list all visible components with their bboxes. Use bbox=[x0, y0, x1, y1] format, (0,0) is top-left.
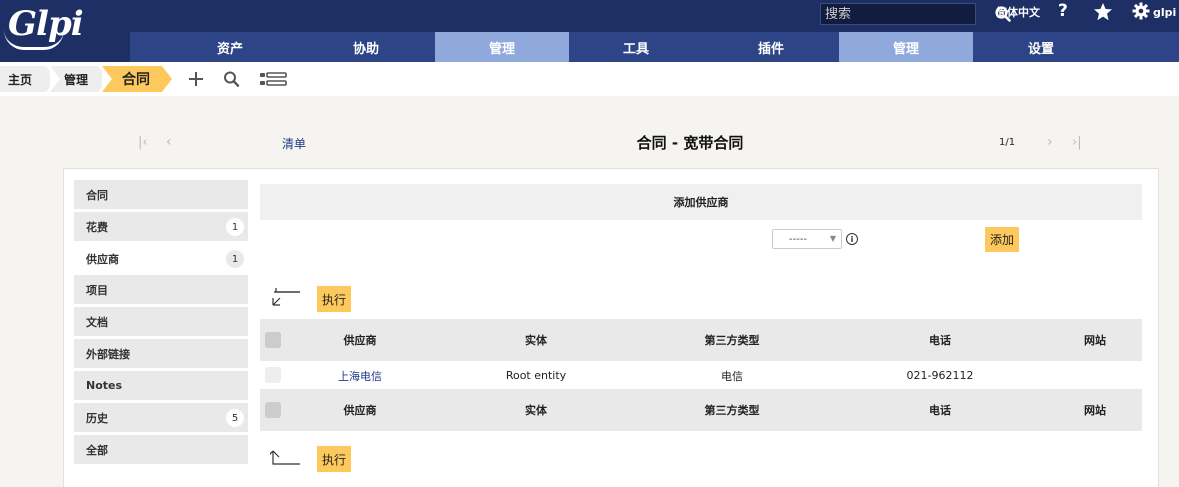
menu-tools[interactable]: 工具 bbox=[569, 32, 703, 62]
select-all-checkbox-bottom[interactable] bbox=[265, 402, 281, 418]
execute-button-top[interactable]: 执行 bbox=[317, 286, 351, 312]
language-selector[interactable]: 简体中文 bbox=[996, 4, 1040, 20]
tab-history[interactable]: 历史 5 bbox=[74, 403, 248, 432]
third-party-type-cell: 电信 bbox=[721, 369, 743, 383]
table-footer: 供应商 实体 第三方类型 电话 网站 bbox=[260, 389, 1142, 431]
tab-external-links[interactable]: 外部链接 bbox=[74, 339, 248, 368]
column-header-third-party-type[interactable]: 第三方类型 bbox=[682, 319, 782, 361]
page-title: 合同 - 宽带合同 bbox=[636, 134, 744, 152]
entity-cell: Root entity bbox=[505, 369, 567, 382]
column-header-website[interactable]: 网站 bbox=[1055, 319, 1135, 361]
website-cell bbox=[1055, 362, 1135, 389]
add-icon[interactable] bbox=[186, 70, 208, 88]
add-button[interactable]: 添加 bbox=[985, 227, 1019, 252]
tab-projects[interactable]: 项目 bbox=[74, 275, 248, 304]
info-icon[interactable]: i bbox=[846, 233, 858, 245]
arrow-down-left-icon bbox=[270, 278, 302, 308]
tab-label: 历史 bbox=[86, 411, 108, 425]
tab-notes[interactable]: Notes bbox=[74, 371, 248, 400]
breadcrumb-contracts[interactable]: 合同 bbox=[102, 66, 172, 92]
help-icon[interactable]: ? bbox=[1058, 1, 1068, 21]
next-page-icon[interactable]: › bbox=[1047, 134, 1053, 150]
list-view-icon[interactable] bbox=[259, 70, 287, 88]
glpi-logo[interactable]: Glpi bbox=[0, 0, 130, 62]
top-bar: 简体中文 ? glpi bbox=[0, 0, 1179, 32]
tab-label: Notes bbox=[86, 379, 123, 392]
row-checkbox[interactable] bbox=[265, 367, 281, 383]
column-footer-entity[interactable]: 实体 bbox=[496, 389, 576, 431]
column-footer-third-party-type[interactable]: 第三方类型 bbox=[682, 389, 782, 431]
main-menu: 资产 协助 管理 工具 插件 管理 设置 bbox=[0, 32, 1179, 62]
tab-all[interactable]: 全部 bbox=[74, 435, 248, 464]
user-menu[interactable]: glpi bbox=[1153, 6, 1176, 19]
tab-label: 合同 bbox=[86, 188, 108, 202]
column-footer-phone[interactable]: 电话 bbox=[900, 389, 980, 431]
execute-button-bottom[interactable]: 执行 bbox=[317, 446, 351, 472]
menu-management[interactable]: 管理 bbox=[435, 32, 569, 62]
search-box bbox=[820, 3, 1011, 25]
supplier-link[interactable]: 上海电信 bbox=[310, 362, 410, 389]
menu-assistance[interactable]: 协助 bbox=[299, 32, 433, 62]
add-supplier-header: 添加供应商 bbox=[260, 184, 1142, 220]
column-header-supplier[interactable]: 供应商 bbox=[320, 319, 400, 361]
tab-label: 全部 bbox=[86, 443, 108, 457]
logo-swoosh bbox=[4, 30, 64, 50]
star-icon[interactable] bbox=[1093, 2, 1113, 22]
supplier-select[interactable]: ----- ▼ bbox=[772, 229, 842, 249]
first-page-icon[interactable]: |‹ bbox=[138, 135, 148, 150]
search-input[interactable] bbox=[821, 4, 995, 24]
page-count: 1/1 bbox=[999, 137, 1016, 148]
table-header: 供应商 实体 第三方类型 电话 网站 bbox=[260, 319, 1142, 361]
tab-label: 项目 bbox=[86, 283, 108, 297]
arrow-up-left-icon bbox=[266, 448, 302, 468]
menu-administration[interactable]: 管理 bbox=[839, 32, 973, 62]
menu-plugins[interactable]: 插件 bbox=[704, 32, 838, 62]
count-badge: 1 bbox=[226, 250, 244, 268]
tab-documents[interactable]: 文档 bbox=[74, 307, 248, 336]
select-all-checkbox[interactable] bbox=[265, 332, 281, 348]
menu-setup[interactable]: 设置 bbox=[974, 32, 1108, 62]
column-header-phone[interactable]: 电话 bbox=[900, 319, 980, 361]
count-badge: 1 bbox=[226, 218, 244, 236]
menu-assets[interactable]: 资产 bbox=[163, 32, 297, 62]
column-footer-website[interactable]: 网站 bbox=[1055, 389, 1135, 431]
breadcrumb-management[interactable]: 管理 bbox=[50, 66, 108, 92]
gear-icon[interactable] bbox=[1132, 2, 1150, 20]
previous-page-icon[interactable]: ‹ bbox=[166, 134, 172, 150]
breadcrumb: 主页 管理 合同 bbox=[0, 62, 1179, 96]
last-page-icon[interactable]: ›| bbox=[1072, 135, 1082, 150]
tab-suppliers[interactable]: 供应商 1 bbox=[74, 244, 248, 273]
tab-label: 花费 bbox=[86, 220, 108, 234]
search-icon[interactable] bbox=[222, 70, 244, 88]
column-footer-supplier[interactable]: 供应商 bbox=[320, 389, 400, 431]
tab-costs[interactable]: 花费 1 bbox=[74, 212, 248, 241]
tab-label: 文档 bbox=[86, 315, 108, 329]
breadcrumb-home[interactable]: 主页 bbox=[0, 66, 56, 92]
column-header-entity[interactable]: 实体 bbox=[496, 319, 576, 361]
table-row: 上海电信 Root entity 电信 021-962112 bbox=[260, 362, 1142, 389]
chevron-down-icon: ▼ bbox=[829, 234, 836, 243]
tab-label: 外部链接 bbox=[86, 347, 130, 361]
count-badge: 5 bbox=[226, 409, 244, 427]
tab-contract[interactable]: 合同 bbox=[74, 180, 248, 209]
phone-cell: 021-962112 bbox=[906, 369, 974, 382]
supplier-select-value: ----- bbox=[789, 233, 808, 245]
list-link[interactable]: 清单 bbox=[282, 135, 306, 152]
tab-label: 供应商 bbox=[86, 252, 119, 266]
